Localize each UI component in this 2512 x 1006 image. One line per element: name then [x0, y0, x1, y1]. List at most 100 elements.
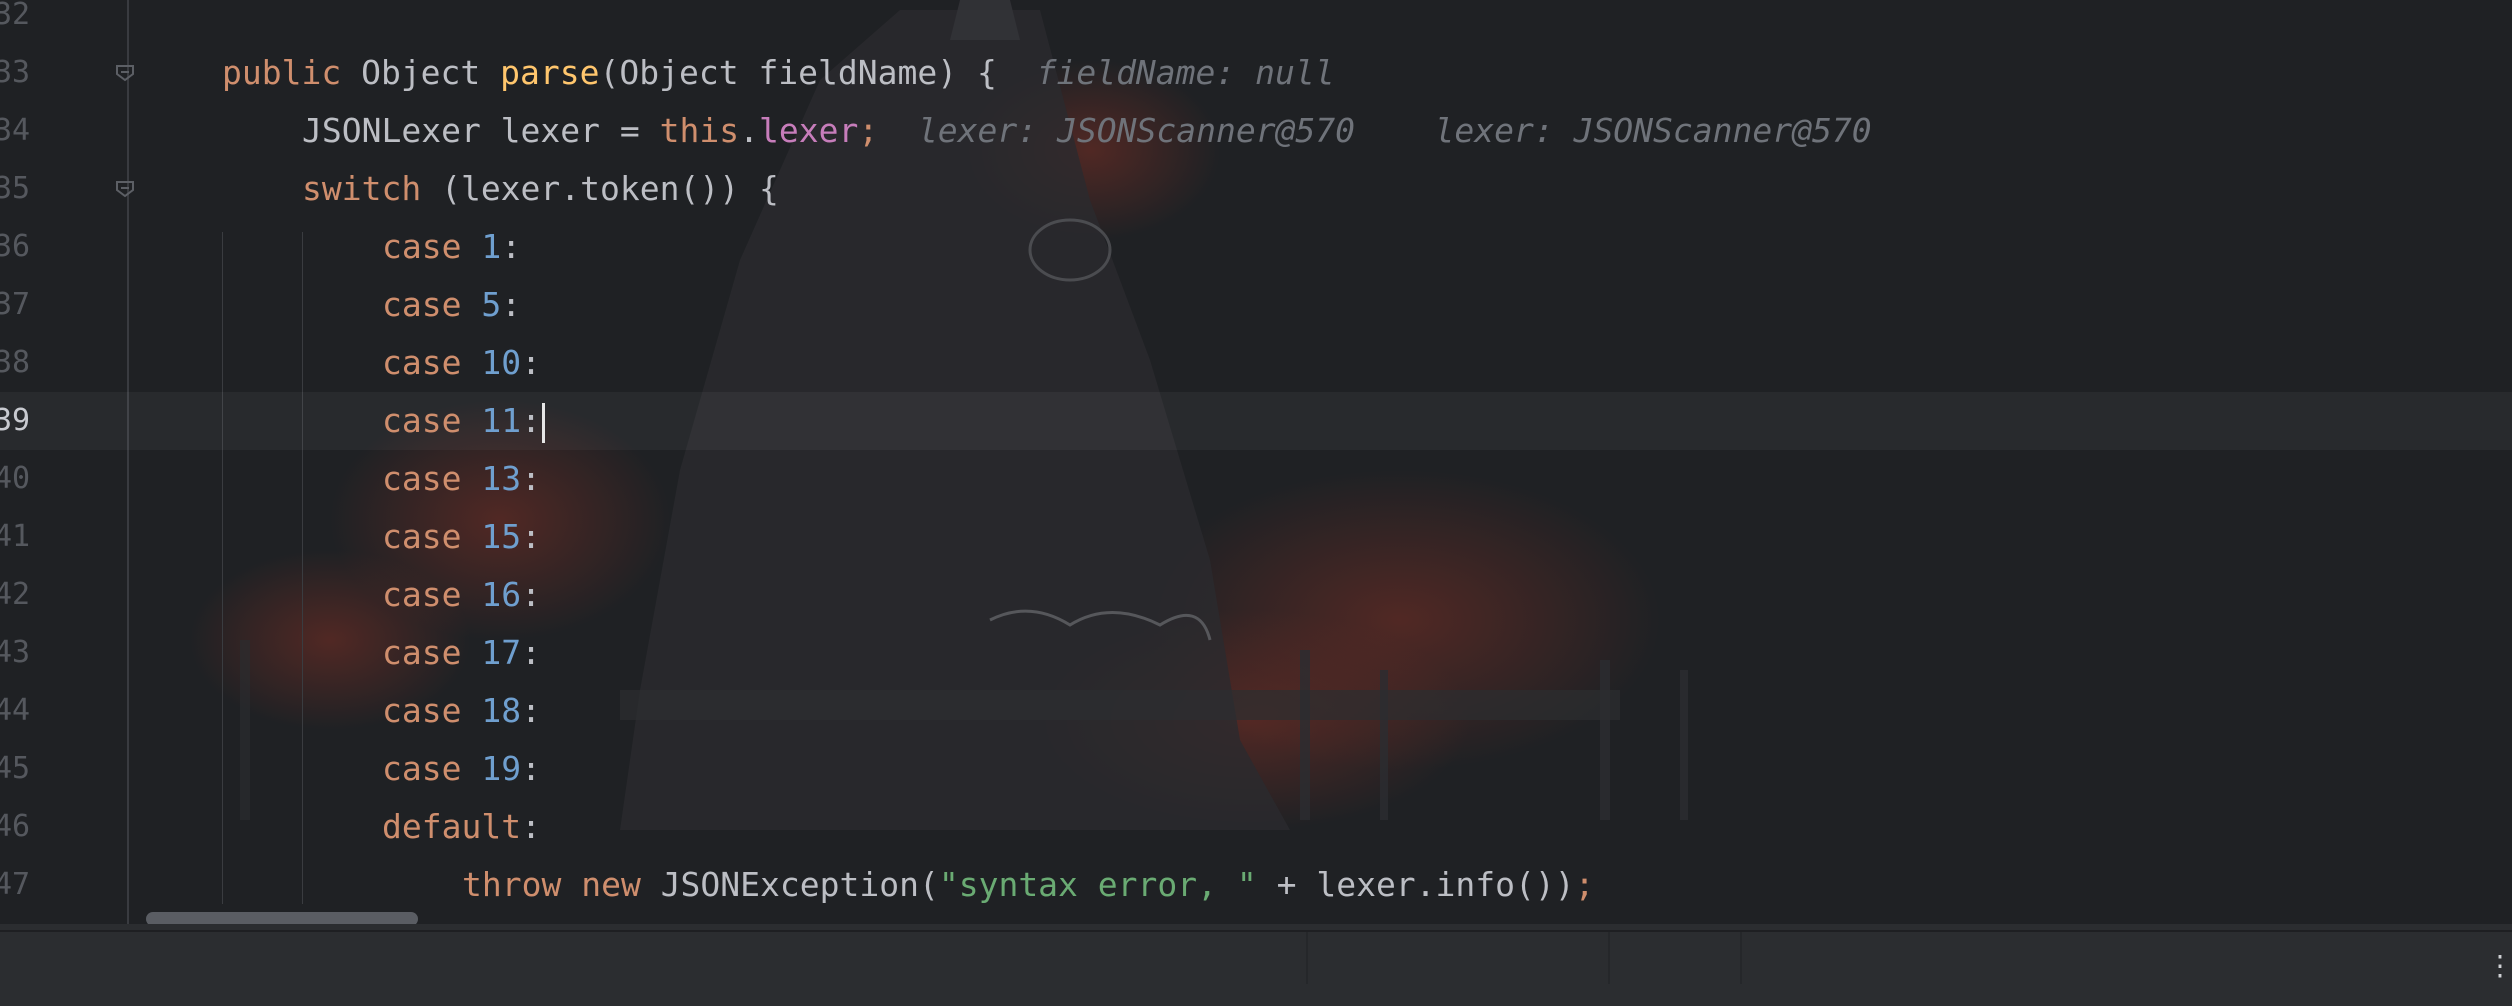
- code-token: case: [382, 343, 482, 382]
- code-line[interactable]: 40 case 13:: [0, 450, 2512, 508]
- code-token: :: [521, 401, 541, 440]
- status-separator: [1306, 932, 1308, 984]
- line-number[interactable]: 37: [0, 276, 30, 334]
- code-line[interactable]: 32: [0, 0, 2512, 44]
- line-number[interactable]: 47: [0, 856, 30, 914]
- line-number[interactable]: 39: [0, 392, 30, 450]
- inline-debug-hint: lexer: JSONScanner@570 lexer: JSONScanne…: [878, 111, 1872, 150]
- code-line[interactable]: 46 default:: [0, 798, 2512, 856]
- code-token: :: [521, 575, 541, 614]
- code-text[interactable]: case 1:: [382, 218, 521, 276]
- fold-icon[interactable]: [114, 64, 136, 82]
- code-token: 11: [481, 401, 522, 440]
- line-number[interactable]: 33: [0, 44, 30, 102]
- code-text[interactable]: default:: [382, 798, 541, 856]
- code-line[interactable]: 42 case 16:: [0, 566, 2512, 624]
- line-number[interactable]: 32: [0, 0, 30, 44]
- code-token: 17: [481, 633, 522, 672]
- line-number[interactable]: 38: [0, 334, 30, 392]
- code-token: throw new: [462, 865, 661, 904]
- code-token: 13: [481, 459, 522, 498]
- code-text[interactable]: case 17:: [382, 624, 541, 682]
- code-token: case: [382, 285, 482, 324]
- code-line[interactable]: 44 case 18:: [0, 682, 2512, 740]
- code-line[interactable]: 36 case 1:: [0, 218, 2512, 276]
- code-token: case: [382, 691, 482, 730]
- code-token: 5: [481, 285, 502, 324]
- line-number[interactable]: 46: [0, 798, 30, 856]
- code-token: 18: [481, 691, 522, 730]
- code-text[interactable]: case 13:: [382, 450, 541, 508]
- code-token: :: [521, 807, 541, 846]
- line-number[interactable]: 34: [0, 102, 30, 160]
- code-text[interactable]: case 5:: [382, 276, 521, 334]
- code-text[interactable]: case 15:: [382, 508, 541, 566]
- line-number[interactable]: 45: [0, 740, 30, 798]
- code-token: case: [382, 227, 482, 266]
- code-line[interactable]: 33 public Object parse(Object fieldName) …: [0, 44, 2512, 102]
- code-token: :: [501, 285, 522, 324]
- code-token: case: [382, 575, 482, 614]
- line-number[interactable]: 35: [0, 160, 30, 218]
- code-token: case: [382, 749, 482, 788]
- status-separator: [1608, 932, 1610, 984]
- code-token: lexer: [758, 111, 859, 150]
- code-text[interactable]: switch (lexer.token()) {: [302, 160, 779, 218]
- status-bar: ⋮: [0, 930, 2512, 1006]
- code-token: :: [521, 343, 541, 382]
- code-line[interactable]: 37 case 5:: [0, 276, 2512, 334]
- code-token: switch: [302, 169, 442, 208]
- scrollbar-thumb[interactable]: [146, 912, 418, 924]
- code-token: + lexer.info()): [1256, 865, 1575, 904]
- code-token: "syntax error, ": [938, 865, 1257, 904]
- code-token: case: [382, 401, 482, 440]
- line-number[interactable]: 44: [0, 682, 30, 740]
- more-vertical-icon[interactable]: ⋮: [2486, 946, 2512, 986]
- fold-icon[interactable]: [114, 180, 136, 198]
- code-line[interactable]: 35 switch (lexer.token()) {: [0, 160, 2512, 218]
- code-line[interactable]: 38 case 10:: [0, 334, 2512, 392]
- code-token: Object: [361, 53, 501, 92]
- code-token: ;: [858, 111, 879, 150]
- code-token: this: [659, 111, 740, 150]
- code-text[interactable]: case 19:: [382, 740, 541, 798]
- code-token: JSONException(: [660, 865, 939, 904]
- code-line[interactable]: 34 JSONLexer lexer = this.lexer; lexer: J…: [0, 102, 2512, 160]
- code-token: :: [501, 227, 522, 266]
- line-number[interactable]: 40: [0, 450, 30, 508]
- code-token: parse: [500, 53, 600, 92]
- code-line[interactable]: 45 case 19:: [0, 740, 2512, 798]
- status-separator: [1740, 932, 1742, 984]
- code-text[interactable]: JSONLexer lexer = this.lexer; lexer: JSO…: [302, 102, 1872, 160]
- code-token: :: [521, 691, 541, 730]
- code-token: 19: [481, 749, 522, 788]
- code-token: (lexer.token()) {: [441, 169, 779, 208]
- code-token: (Object fieldName) {: [599, 53, 1037, 92]
- code-token: ;: [1574, 865, 1595, 904]
- code-line[interactable]: 41 case 15:: [0, 508, 2512, 566]
- line-number[interactable]: 42: [0, 566, 30, 624]
- code-text[interactable]: public Object parse(Object fieldName) { …: [222, 44, 1335, 102]
- line-number[interactable]: 36: [0, 218, 30, 276]
- code-line[interactable]: 39 case 11:: [0, 392, 2512, 450]
- code-line[interactable]: 43 case 17:: [0, 624, 2512, 682]
- code-token: 10: [481, 343, 522, 382]
- code-token: case: [382, 517, 482, 556]
- line-number[interactable]: 41: [0, 508, 30, 566]
- code-token: case: [382, 459, 482, 498]
- code-editor[interactable]: 32 33 public Object parse(Object fieldName…: [0, 0, 2512, 924]
- horizontal-scrollbar[interactable]: [140, 906, 2512, 924]
- code-token: :: [521, 633, 541, 672]
- code-token: case: [382, 633, 482, 672]
- code-token: :: [521, 517, 541, 556]
- code-text[interactable]: case 10:: [382, 334, 541, 392]
- code-text[interactable]: case 18:: [382, 682, 541, 740]
- line-number[interactable]: 43: [0, 624, 30, 682]
- text-caret: [541, 402, 545, 443]
- code-text[interactable]: case 16:: [382, 566, 541, 624]
- code-text[interactable]: case 11:: [382, 392, 545, 450]
- code-token: 1: [481, 227, 502, 266]
- code-token: 15: [481, 517, 522, 556]
- code-token: .: [739, 111, 759, 150]
- code-token: default: [382, 807, 522, 846]
